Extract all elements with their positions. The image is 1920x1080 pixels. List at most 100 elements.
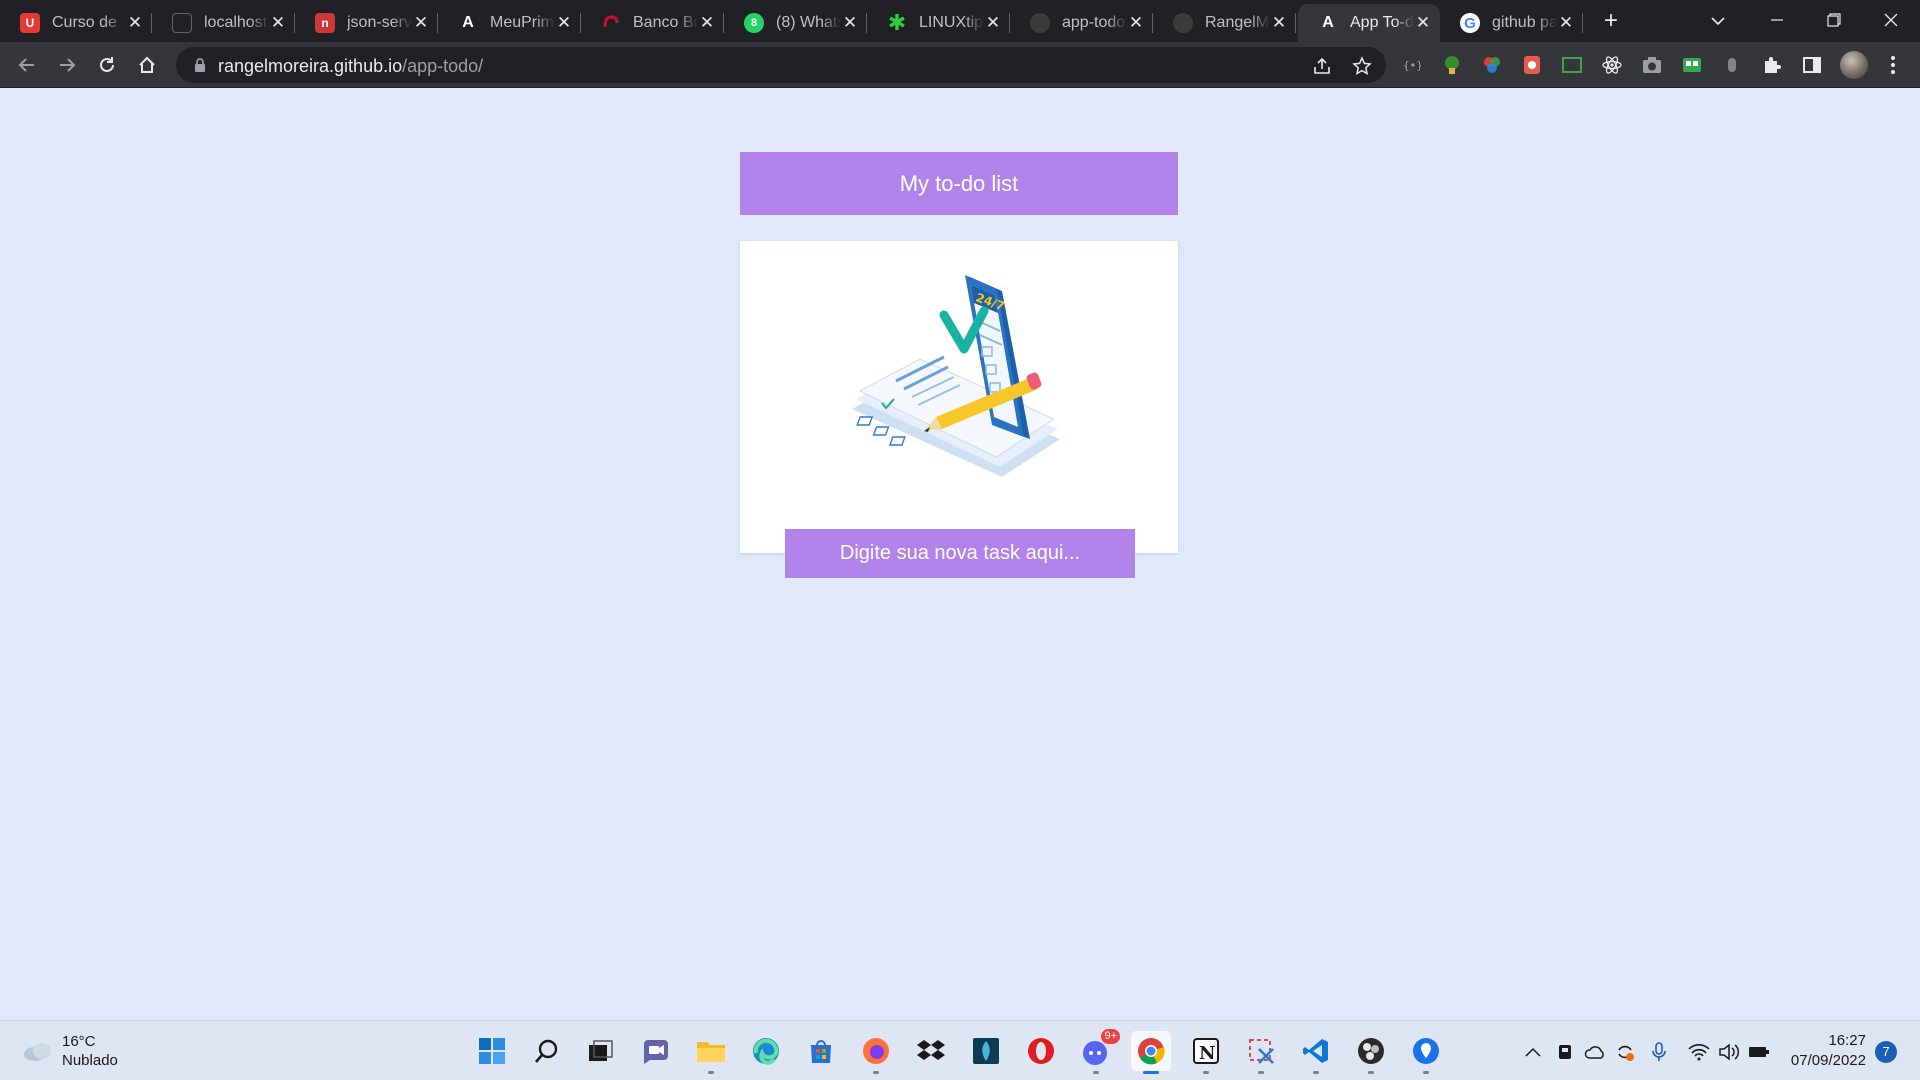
bookmark-star-icon[interactable] xyxy=(1351,55,1373,77)
tray-app-icon[interactable] xyxy=(1554,1041,1576,1063)
tab-localhost[interactable]: localhost ✕ xyxy=(152,4,295,42)
start-button[interactable] xyxy=(472,1031,512,1071)
extension-screen-icon[interactable] xyxy=(1561,54,1583,76)
reload-button[interactable] xyxy=(92,50,122,80)
cloud-icon xyxy=(24,1043,51,1061)
close-icon[interactable]: ✕ xyxy=(1270,14,1288,32)
extension-pdf-icon[interactable] xyxy=(1521,54,1543,76)
volume-icon[interactable] xyxy=(1718,1041,1740,1063)
url-host: rangelmoreira.github.io xyxy=(218,56,403,76)
new-tab-button[interactable]: + xyxy=(1598,8,1624,34)
notion-icon[interactable]: N xyxy=(1186,1031,1226,1074)
red-logo-icon: U xyxy=(20,13,40,33)
search-icon[interactable] xyxy=(527,1031,567,1071)
weather-temp: 16°C xyxy=(62,1033,96,1050)
firefox-icon[interactable] xyxy=(856,1031,896,1074)
close-window-button[interactable] xyxy=(1862,0,1919,40)
microsoft-store-icon[interactable] xyxy=(801,1031,841,1071)
new-task-input[interactable] xyxy=(785,529,1135,578)
file-explorer-icon[interactable] xyxy=(691,1031,731,1074)
close-icon[interactable]: ✕ xyxy=(269,14,287,32)
extension-bracket-icon[interactable]: {•} xyxy=(1401,54,1423,76)
tab-json-server[interactable]: n json-serv ✕ xyxy=(295,4,438,42)
tab-app-todo-repo[interactable]: app-todo ✕ xyxy=(1010,4,1153,42)
close-icon[interactable]: ✕ xyxy=(126,14,144,32)
extensions-puzzle-icon[interactable] xyxy=(1761,54,1783,76)
back-button[interactable] xyxy=(12,50,42,80)
close-icon[interactable]: ✕ xyxy=(1414,14,1432,32)
whatsapp-icon: 8 xyxy=(744,13,764,33)
terminal-icon xyxy=(172,13,192,33)
clock-time: 16:27 xyxy=(1828,1032,1866,1049)
tab-title: LINUXtip xyxy=(919,14,984,31)
tab-curso[interactable]: U Curso de ✕ xyxy=(0,4,152,42)
close-icon[interactable]: ✕ xyxy=(841,14,859,32)
tab-title: json-serv xyxy=(347,14,412,31)
system-clock[interactable]: 16:27 07/09/2022 xyxy=(1786,1031,1866,1071)
sync-icon[interactable] xyxy=(1614,1041,1636,1063)
teams-chat-icon[interactable] xyxy=(636,1031,676,1071)
tab-title: RangelM xyxy=(1205,14,1270,31)
screenshot-camera-icon[interactable] xyxy=(1641,54,1663,76)
wifi-icon[interactable] xyxy=(1688,1041,1710,1063)
restore-button[interactable] xyxy=(1805,0,1862,40)
opera-icon[interactable] xyxy=(1021,1031,1061,1071)
extension-tree-icon[interactable] xyxy=(1441,54,1463,76)
tab-title: MeuPrim xyxy=(490,14,555,31)
extension-drop-icon[interactable] xyxy=(1721,54,1743,76)
home-button[interactable] xyxy=(132,50,162,80)
microphone-icon[interactable] xyxy=(1648,1041,1670,1063)
close-icon[interactable]: ✕ xyxy=(1127,14,1145,32)
edge-browser-icon[interactable] xyxy=(746,1031,786,1071)
browser-toolbar: rangelmoreira.github.io/app-todo/ {•} xyxy=(0,42,1920,88)
npm-icon: n xyxy=(315,13,335,33)
tab-title: Curso de xyxy=(52,14,117,31)
more-menu-icon[interactable] xyxy=(1882,53,1904,77)
url-text: rangelmoreira.github.io/app-todo/ xyxy=(218,56,483,77)
extension-green-icon[interactable] xyxy=(1681,54,1703,76)
close-icon[interactable]: ✕ xyxy=(1557,14,1575,32)
react-devtools-icon[interactable] xyxy=(1601,54,1623,76)
tab-title: github pa xyxy=(1492,14,1557,31)
tab-search-icon[interactable] xyxy=(1706,8,1730,34)
notification-badge[interactable]: 7 xyxy=(1875,1041,1897,1063)
address-bar[interactable]: rangelmoreira.github.io/app-todo/ xyxy=(176,47,1386,83)
discord-badge: 9+ xyxy=(1101,1029,1120,1044)
linuxtips-icon: ✱ xyxy=(887,10,907,35)
tab-title: (8) Whats xyxy=(776,14,841,31)
svg-text:N: N xyxy=(1199,1043,1215,1064)
onedrive-cloud-icon[interactable] xyxy=(1584,1041,1606,1063)
mongodb-compass-icon[interactable] xyxy=(966,1031,1006,1071)
maps-pin-icon[interactable] xyxy=(1406,1031,1446,1074)
close-icon[interactable]: ✕ xyxy=(412,14,430,32)
vscode-icon[interactable] xyxy=(1296,1031,1336,1074)
tab-whatsapp[interactable]: 8 (8) Whats ✕ xyxy=(724,4,867,42)
close-icon[interactable]: ✕ xyxy=(698,14,716,32)
snipping-tool-icon[interactable] xyxy=(1241,1031,1281,1074)
tab-banco[interactable]: Banco Br ✕ xyxy=(581,4,724,42)
weather-widget[interactable]: 16°C Nublado xyxy=(22,1032,118,1070)
chrome-icon[interactable] xyxy=(1131,1031,1171,1074)
chevron-up-icon[interactable] xyxy=(1522,1041,1544,1063)
tab-app-todo[interactable]: A App To-d ✕ xyxy=(1298,4,1440,42)
tab-linuxtips[interactable]: ✱ LINUXtip ✕ xyxy=(867,4,1010,42)
battery-icon[interactable] xyxy=(1748,1041,1770,1063)
task-view-icon[interactable] xyxy=(581,1031,621,1071)
lock-icon[interactable] xyxy=(194,58,206,77)
angular-icon: A xyxy=(462,14,474,31)
profile-avatar[interactable] xyxy=(1840,51,1868,79)
tab-github-pages[interactable]: G github pa ✕ xyxy=(1440,4,1583,42)
tab-strip: U Curso de ✕ localhost ✕ n json-serv ✕ A… xyxy=(0,0,1920,42)
close-icon[interactable]: ✕ xyxy=(555,14,573,32)
extension-color-icon[interactable] xyxy=(1481,54,1503,76)
close-icon[interactable]: ✕ xyxy=(984,14,1002,32)
minimize-button[interactable] xyxy=(1748,0,1805,40)
share-icon[interactable] xyxy=(1311,55,1333,77)
obs-studio-icon[interactable] xyxy=(1351,1031,1391,1074)
tab-rangelm[interactable]: RangelM ✕ xyxy=(1153,4,1296,42)
discord-icon[interactable]: 9+ xyxy=(1076,1029,1120,1074)
dropbox-icon[interactable] xyxy=(911,1031,951,1071)
forward-button[interactable] xyxy=(52,50,82,80)
tab-meuprim[interactable]: A MeuPrim ✕ xyxy=(438,4,581,42)
side-panel-icon[interactable] xyxy=(1801,54,1823,76)
